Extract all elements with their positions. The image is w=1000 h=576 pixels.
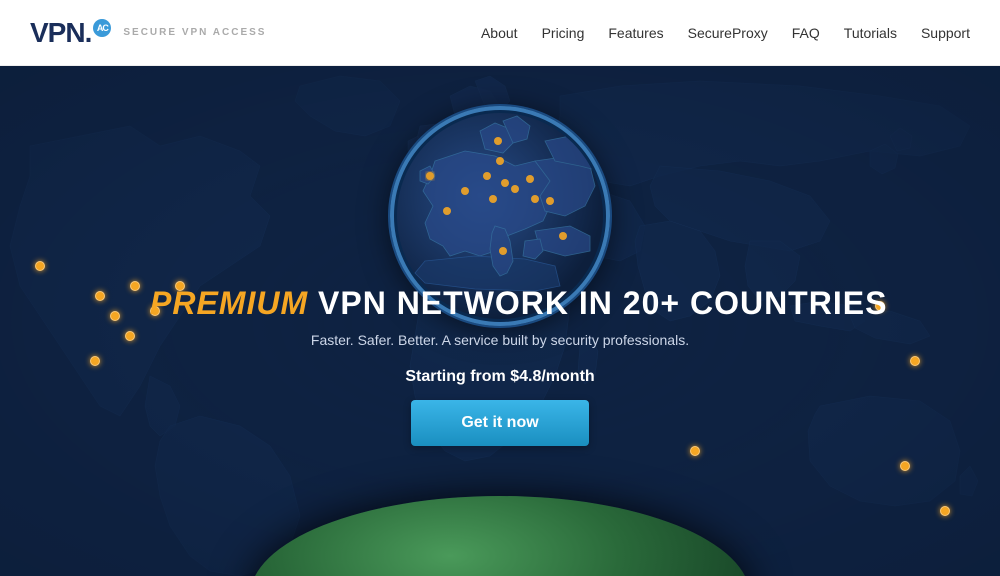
nav-faq[interactable]: FAQ xyxy=(792,25,820,41)
logo-badge: AC xyxy=(93,19,111,37)
headline-rest: VPN NETWORK IN 20+ COUNTRIES xyxy=(308,285,887,321)
nav-about[interactable]: About xyxy=(481,25,518,41)
map-dot-na5 xyxy=(110,311,120,321)
main-nav: About Pricing Features SecureProxy FAQ T… xyxy=(481,25,970,41)
nav-pricing[interactable]: Pricing xyxy=(542,25,585,41)
hero-headline: PREMIUM VPN NETWORK IN 20+ COUNTRIES xyxy=(150,285,850,322)
logo-tagline: SECURE VPN ACCESS xyxy=(123,27,266,38)
map-dot-au3 xyxy=(900,461,910,471)
map-dot-na2 xyxy=(95,291,105,301)
map-dot-au4 xyxy=(940,506,950,516)
header: VPN.AC SECURE VPN ACCESS About Pricing F… xyxy=(0,0,1000,66)
map-dot-af1 xyxy=(690,446,700,456)
hero-price: Starting from $4.8/month xyxy=(150,368,850,386)
hero-section: PREMIUM VPN NETWORK IN 20+ COUNTRIES Fas… xyxy=(0,66,1000,576)
nav-features[interactable]: Features xyxy=(608,25,663,41)
map-dot-na6 xyxy=(125,331,135,341)
nav-secureproxy[interactable]: SecureProxy xyxy=(688,25,768,41)
nav-tutorials[interactable]: Tutorials xyxy=(844,25,897,41)
hero-content: PREMIUM VPN NETWORK IN 20+ COUNTRIES Fas… xyxy=(150,285,850,446)
hero-subtitle: Faster. Safer. Better. A service built b… xyxy=(150,332,850,348)
logo-text: VPN.AC xyxy=(30,17,111,49)
logo-area: VPN.AC SECURE VPN ACCESS xyxy=(30,17,266,49)
headline-premium: PREMIUM xyxy=(150,285,308,321)
map-dot-na3 xyxy=(130,281,140,291)
map-dot-sa1 xyxy=(90,356,100,366)
cta-button[interactable]: Get it now xyxy=(411,400,588,446)
map-dot-na1 xyxy=(35,261,45,271)
nav-support[interactable]: Support xyxy=(921,25,970,41)
map-dot-au2 xyxy=(910,356,920,366)
